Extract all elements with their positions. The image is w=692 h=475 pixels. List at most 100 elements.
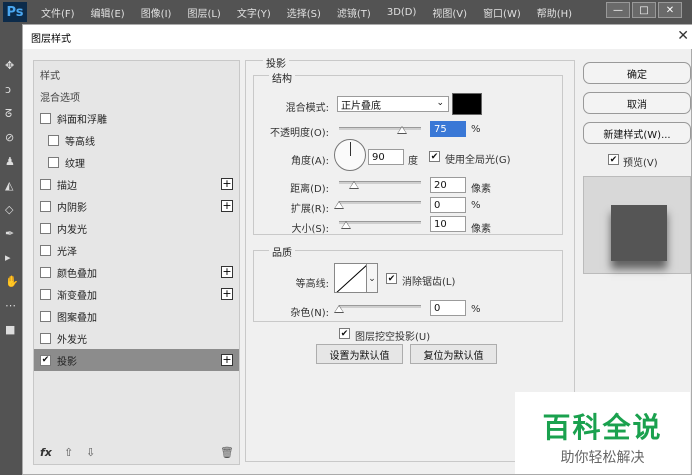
new-style-button[interactable]: 新建样式(W)... [583,122,691,144]
list-item-styles[interactable]: 样式 [34,63,239,85]
noise-slider[interactable] [339,305,421,308]
spread-slider[interactable] [339,201,421,204]
fx-icon[interactable]: fx [40,446,52,459]
list-item-label: 混合选项 [40,92,80,104]
add-drop-shadow-button[interactable]: + [221,354,233,366]
list-item-label: 光泽 [57,246,77,258]
menu-help[interactable]: 帮助(H) [537,5,572,20]
quality-title: 品质 [269,244,295,259]
global-light-checkbox[interactable]: ✔ [429,151,440,162]
menu-select[interactable]: 选择(S) [287,5,321,20]
checkbox[interactable] [40,112,51,124]
list-item-inner-glow[interactable]: 内发光 [34,217,239,239]
list-item-stroke[interactable]: 描边 + [34,173,239,195]
list-item-texture[interactable]: 纹理 [34,151,239,173]
menu-file[interactable]: 文件(F) [41,5,75,20]
list-item-pattern-overlay[interactable]: 图案叠加 [34,305,239,327]
add-stroke-button[interactable]: + [221,178,233,190]
eraser-tool-icon[interactable]: ◭ [5,180,17,192]
menu-image[interactable]: 图像(I) [141,5,172,20]
antialias-checkbox[interactable]: ✔ [386,273,397,284]
list-item-drop-shadow[interactable]: ✔ 投影 + [34,349,239,371]
distance-input[interactable]: 20 [430,177,466,193]
chevron-down-icon: ⌄ [436,98,444,108]
add-inner-shadow-button[interactable]: + [221,200,233,212]
reset-default-button[interactable]: 复位为默认值 [410,344,497,364]
list-item-blending-options[interactable]: 混合选项 [34,85,239,107]
noise-input[interactable]: 0 [430,300,466,316]
size-input[interactable]: 10 [430,216,466,232]
opacity-input[interactable]: 75 [430,121,466,137]
checkbox[interactable] [40,222,51,234]
move-down-icon[interactable]: ⇩ [86,446,95,459]
contour-dropdown-icon[interactable]: ⌄ [367,263,378,293]
dialog-close-icon[interactable]: ✕ [677,28,689,44]
app-menubar: Ps 文件(F) 编辑(E) 图像(I) 图层(L) 文字(Y) 选择(S) 滤… [0,0,692,24]
ok-button[interactable]: 确定 [583,62,691,84]
add-gradient-overlay-button[interactable]: + [221,288,233,300]
lasso-tool-icon[interactable]: ↄ [5,84,17,96]
menu-edit[interactable]: 编辑(E) [91,5,125,20]
size-unit: 像素 [471,224,491,235]
list-item-color-overlay[interactable]: 颜色叠加 + [34,261,239,283]
menu-filter[interactable]: 滤镜(T) [337,5,371,20]
size-slider-thumb[interactable] [341,221,351,229]
set-default-button[interactable]: 设置为默认值 [316,344,403,364]
move-up-icon[interactable]: ⇧ [64,446,73,459]
checkbox[interactable] [40,266,51,278]
spread-slider-thumb[interactable] [334,201,344,209]
checkbox[interactable] [48,134,59,146]
checkbox[interactable] [48,156,59,168]
list-item-bevel-emboss[interactable]: 斜面和浮雕 [34,107,239,129]
blur-tool-icon[interactable]: ◇ [5,204,17,216]
hand-tool-icon[interactable]: ✋ [5,276,19,288]
checkbox[interactable] [40,288,51,300]
maximize-button[interactable]: □ [632,2,656,18]
menu-3d[interactable]: 3D(D) [387,7,417,18]
spread-input[interactable]: 0 [430,197,466,213]
distance-slider-thumb[interactable] [349,181,359,189]
opacity-slider[interactable] [339,127,421,130]
menu-layer[interactable]: 图层(L) [187,5,220,20]
watermark-subtitle: 助你轻松解决 [560,450,645,466]
list-item-gradient-overlay[interactable]: 渐变叠加 + [34,283,239,305]
spread-label: 扩展(R): [290,204,329,215]
list-item-satin[interactable]: 光泽 [34,239,239,261]
blend-mode-select[interactable]: 正片叠底 ⌄ [337,96,449,112]
healing-tool-icon[interactable]: ⊘ [5,132,17,144]
preview-checkbox[interactable]: ✔ [608,154,619,165]
menu-view[interactable]: 视图(V) [432,5,467,20]
size-slider[interactable] [339,221,421,224]
pen-tool-icon[interactable]: ✒ [5,228,17,240]
minimize-button[interactable]: — [606,2,630,18]
list-item-contour[interactable]: 等高线 [34,129,239,151]
knockout-checkbox[interactable]: ✔ [339,328,350,339]
checkbox[interactable] [40,332,51,344]
checkbox[interactable] [40,178,51,190]
contour-preview[interactable] [334,263,367,293]
move-tool-icon[interactable]: ✥ [5,60,17,72]
knockout-label: 图层挖空投影(U) [355,332,431,343]
opacity-slider-thumb[interactable] [397,126,407,134]
more-tools-icon[interactable]: ⋯ [5,300,17,312]
shadow-color-swatch[interactable] [452,93,482,115]
color-swatch-icon[interactable]: ■ [5,324,17,336]
cancel-button[interactable]: 取消 [583,92,691,114]
checkbox[interactable] [40,200,51,212]
checkbox-checked[interactable]: ✔ [40,354,51,366]
crop-tool-icon[interactable]: ᘔ [5,108,17,120]
menu-type[interactable]: 文字(Y) [237,5,271,20]
checkbox[interactable] [40,310,51,322]
angle-input[interactable]: 90 [368,149,404,165]
list-item-inner-shadow[interactable]: 内阴影 + [34,195,239,217]
angle-dial[interactable] [334,139,366,171]
window-close-button[interactable]: ✕ [658,2,682,18]
add-color-overlay-button[interactable]: + [221,266,233,278]
stamp-tool-icon[interactable]: ♟ [5,156,17,168]
path-select-tool-icon[interactable]: ▸ [5,252,17,264]
checkbox[interactable] [40,244,51,256]
menu-window[interactable]: 窗口(W) [483,5,521,20]
list-item-outer-glow[interactable]: 外发光 [34,327,239,349]
noise-slider-thumb[interactable] [334,305,344,313]
trash-icon[interactable]: 🗑 [220,446,234,459]
